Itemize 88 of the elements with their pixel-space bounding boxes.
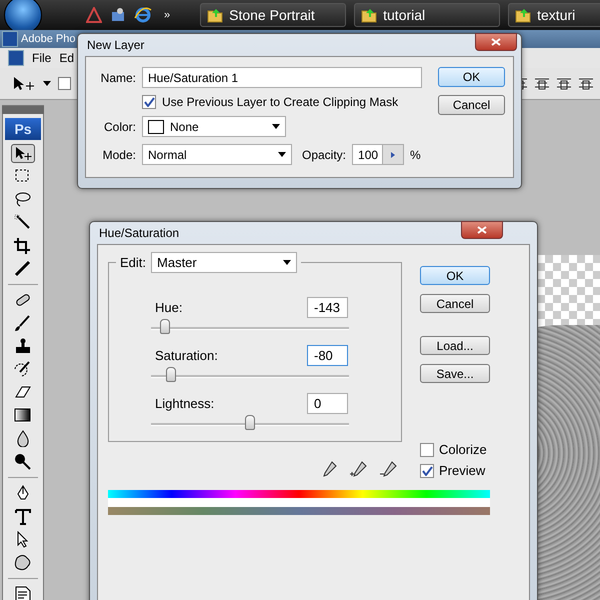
menu-item[interactable]: File	[32, 51, 52, 65]
field-label: Mode:	[102, 148, 136, 162]
checkbox[interactable]	[420, 442, 434, 456]
align-icon[interactable]	[556, 76, 572, 90]
edit-dropdown[interactable]: Master	[151, 252, 298, 273]
caret-icon	[272, 124, 280, 129]
slider-label: Hue:	[155, 300, 182, 314]
task-label: texturi	[537, 7, 576, 23]
menu-item[interactable]: Ed	[59, 51, 74, 65]
folder-icon	[515, 7, 532, 23]
checkbox-label: Use Previous Layer to Create Clipping Mask	[162, 95, 398, 109]
close-icon	[491, 38, 501, 46]
toolbox-logo: Ps	[5, 118, 41, 140]
knife-tool-icon	[13, 260, 33, 277]
field-label: Name:	[100, 70, 136, 84]
dialog-button[interactable]: OK	[420, 266, 490, 285]
crop-tool-icon	[13, 237, 33, 254]
value-field[interactable]: -143	[307, 296, 348, 318]
unit-label: %	[410, 148, 421, 162]
value-field[interactable]: 0	[307, 392, 348, 414]
field-label: Edit:	[120, 255, 146, 270]
dropdown-value: Normal	[148, 148, 187, 162]
dropdown-value: Master	[157, 255, 197, 270]
eyedropper-plus-icon[interactable]	[348, 460, 368, 478]
checkbox[interactable]	[142, 95, 156, 109]
checkbox[interactable]	[420, 464, 434, 478]
caret-icon[interactable]	[43, 81, 51, 86]
checkmark-icon	[422, 466, 432, 476]
dialog-button[interactable]: Load...	[420, 336, 490, 355]
slider-thumb[interactable]	[160, 319, 170, 334]
taskbar-button[interactable]: tutorial	[354, 3, 500, 27]
slider-thumb[interactable]	[166, 367, 176, 382]
stamp-tool-icon	[13, 338, 33, 355]
dialog-title: New Layer	[86, 37, 144, 54]
field-value: 100	[358, 148, 378, 162]
folder-icon	[207, 7, 224, 23]
dialog-button[interactable]: OK	[438, 67, 505, 87]
checkmark-icon	[144, 97, 154, 107]
dodge-tool-icon	[13, 453, 33, 470]
dropdown-value: None	[170, 120, 199, 134]
more-button[interactable]: »	[164, 9, 170, 21]
color-swatch	[148, 120, 164, 134]
slider-label: Lightness:	[155, 396, 214, 410]
checkbox-label: Preview	[439, 463, 486, 478]
close-icon	[477, 226, 487, 234]
task-label: Stone Portrait	[229, 7, 315, 23]
app-title: Adobe Pho	[21, 33, 76, 45]
gradient-tool-icon	[13, 407, 33, 424]
caret-icon	[283, 260, 292, 265]
field-label: Color:	[102, 120, 136, 134]
move-tool-icon	[13, 145, 33, 162]
dialog-button[interactable]: Cancel	[438, 95, 505, 115]
task-label: tutorial	[383, 7, 426, 23]
arrow-right-icon	[391, 152, 396, 158]
triangle-logo-icon[interactable]	[86, 7, 102, 23]
color-dropdown[interactable]: None	[142, 116, 286, 137]
shape-tool-icon	[13, 554, 33, 571]
app-icon[interactable]	[8, 50, 24, 66]
slider-label: Saturation:	[155, 348, 218, 362]
eyedropper-minus-icon[interactable]	[378, 460, 398, 478]
mode-dropdown[interactable]: Normal	[142, 144, 292, 165]
name-field[interactable]: Hue/Saturation 1	[142, 67, 422, 88]
move-tool-icon[interactable]	[12, 76, 36, 92]
caret-icon	[278, 152, 286, 157]
folder-icon	[361, 7, 378, 23]
desktop-icon[interactable]	[110, 7, 126, 23]
type-tool-icon	[13, 508, 33, 525]
close-button[interactable]	[461, 221, 503, 239]
dialog-button[interactable]: Cancel	[420, 294, 490, 313]
panel-header	[2, 106, 44, 114]
app-icon	[2, 31, 18, 47]
checkbox-label: Colorize	[439, 442, 487, 457]
taskbar-button[interactable]: texturi	[508, 3, 600, 27]
notes-tool-icon	[13, 586, 33, 600]
field-label: Opacity:	[302, 148, 346, 162]
value-field[interactable]: -80	[307, 344, 348, 366]
tool-button[interactable]	[11, 144, 35, 163]
align-icon[interactable]	[578, 76, 594, 90]
checkbox[interactable]	[58, 77, 71, 90]
close-button[interactable]	[475, 33, 517, 51]
taskbar-button[interactable]: Stone Portrait	[200, 3, 346, 27]
lasso-tool-icon	[13, 191, 33, 208]
dialog-title: Hue/Saturation	[98, 225, 180, 242]
dialog-button[interactable]: Save...	[420, 364, 490, 383]
opacity-field[interactable]: 100	[352, 144, 404, 165]
slider-thumb[interactable]	[245, 415, 255, 430]
align-icon[interactable]	[534, 76, 550, 90]
browser-e-icon[interactable]	[134, 6, 152, 24]
